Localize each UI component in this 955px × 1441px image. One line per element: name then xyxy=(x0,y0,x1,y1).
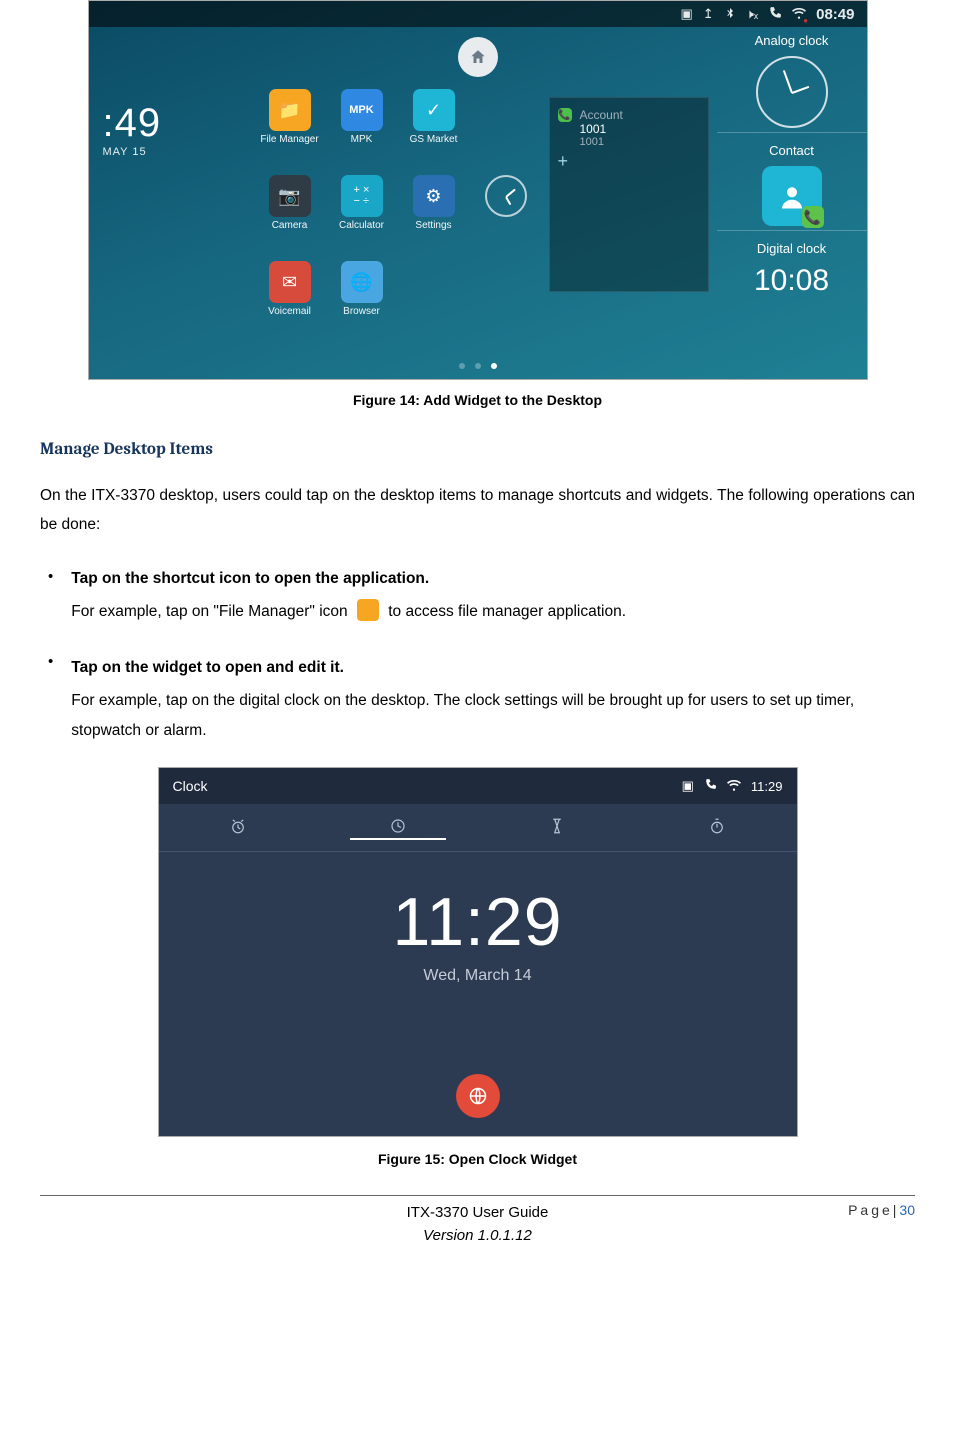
digital-clock-time: 10:08 xyxy=(727,264,857,298)
section-heading: Manage Desktop Items xyxy=(40,440,915,459)
image-icon: ▣ xyxy=(682,778,694,794)
status-bar: ▣ ↥ 🕨ₓ 08:49 xyxy=(89,1,867,27)
account-widget[interactable]: 📞 Account 1001 1001 + xyxy=(549,97,709,292)
page-footer: Page|30 ITX-3370 User Guide Version 1.0.… xyxy=(40,1202,915,1247)
app-settings[interactable]: ⚙ Settings xyxy=(403,175,465,257)
market-icon: ✓ xyxy=(413,89,455,131)
wifi-error-icon xyxy=(792,6,806,23)
app-mpk[interactable]: MPK MPK xyxy=(331,89,393,171)
camera-icon: 📷 xyxy=(269,175,311,217)
widget-title: Digital clock xyxy=(727,241,857,256)
handset-icon xyxy=(704,778,717,794)
app-gs-market[interactable]: ✓ GS Market xyxy=(403,89,465,171)
app-label: GS Market xyxy=(410,134,458,145)
left-clock-widget: :49 MAY 15 xyxy=(103,101,162,158)
tab-alarm[interactable] xyxy=(159,817,319,839)
bluetooth-icon xyxy=(724,7,736,22)
calculator-icon: + ×− ÷ xyxy=(341,175,383,217)
bullet2-title-real: Tap on the widget to open and edit it. xyxy=(71,653,915,682)
figure-add-widget: ▣ ↥ 🕨ₓ 08:49 :49 MAY 15 📁 File xyxy=(88,0,868,380)
figure-clock-widget: Clock ▣ 11:29 xyxy=(158,767,798,1137)
bullet1-title: Tap on the shortcut icon to open the app… xyxy=(71,564,915,593)
upload-icon: ↥ xyxy=(703,6,714,22)
bullet1-text-post: to access file manager application. xyxy=(388,603,626,620)
app-file-manager[interactable]: 📁 File Manager xyxy=(259,89,321,171)
file-manager-inline-icon xyxy=(357,599,379,621)
app-calculator[interactable]: + ×− ÷ Calculator xyxy=(331,175,393,257)
clock-title: Clock xyxy=(173,778,208,794)
clock-time: 11:29 xyxy=(392,883,562,961)
bullet-icon: • xyxy=(40,564,53,590)
account-number: 1001 xyxy=(580,122,623,136)
widget-contact[interactable]: Contact 📞 xyxy=(717,132,867,230)
handset-icon xyxy=(768,6,782,23)
tab-stopwatch[interactable] xyxy=(637,817,797,839)
app-label: Settings xyxy=(415,220,451,231)
tab-timer[interactable] xyxy=(478,817,638,839)
gear-icon: ⚙ xyxy=(413,175,455,217)
app-browser[interactable]: 🌐 Browser xyxy=(331,261,393,343)
app-voicemail[interactable]: ✉ Voicemail xyxy=(259,261,321,343)
account-header: Account xyxy=(580,108,623,122)
widget-digital-clock[interactable]: Digital clock 10:08 xyxy=(717,230,867,302)
page-indicator xyxy=(459,363,497,369)
app-label: Camera xyxy=(272,220,308,231)
analog-clock-icon xyxy=(756,56,828,128)
folder-icon: 📁 xyxy=(269,89,311,131)
app-label: File Manager xyxy=(260,134,318,145)
status-time: 11:29 xyxy=(751,779,783,794)
footer-version: Version 1.0.1.12 xyxy=(40,1225,915,1248)
app-label: Calculator xyxy=(339,220,384,231)
app-grid: 📁 File Manager MPK MPK ✓ GS Market 📷 Cam… xyxy=(259,89,579,343)
bullet1-text-pre: For example, tap on "File Manager" icon xyxy=(71,603,352,620)
app-blank xyxy=(475,89,537,171)
image-icon: ▣ xyxy=(680,6,692,22)
widget-analog-clock[interactable]: Analog clock xyxy=(717,27,867,132)
bullet2-body: For example, tap on the digital clock on… xyxy=(71,692,854,738)
app-label: Voicemail xyxy=(268,306,311,317)
footer-rule xyxy=(40,1195,915,1196)
clock-date: Wed, March 14 xyxy=(392,967,562,985)
figure1-caption: Figure 14: Add Widget to the Desktop xyxy=(40,392,915,408)
clock-display: 11:29 Wed, March 14 xyxy=(392,883,562,985)
account-sub: 1001 xyxy=(580,136,623,148)
globe-icon: 🌐 xyxy=(341,261,383,303)
left-clock-date: MAY 15 xyxy=(103,146,162,158)
mute-icon: 🕨ₓ xyxy=(746,6,758,22)
app-label: Browser xyxy=(343,306,380,317)
clock-tabs xyxy=(159,804,797,852)
voicemail-icon: ✉ xyxy=(269,261,311,303)
left-clock-time: :49 xyxy=(103,101,162,146)
analog-clock-icon xyxy=(485,175,527,217)
widget-title: Contact xyxy=(727,143,857,158)
app-clock-widget[interactable] xyxy=(475,175,537,257)
app-camera[interactable]: 📷 Camera xyxy=(259,175,321,257)
intro-paragraph: On the ITX-3370 desktop, users could tap… xyxy=(40,481,915,540)
add-account-button[interactable]: + xyxy=(550,148,708,172)
status-time: 08:49 xyxy=(816,6,854,23)
widget-panel: Analog clock Contact 📞 Digital clock 10:… xyxy=(717,27,867,379)
footer-guide: ITX-3370 User Guide xyxy=(40,1202,915,1225)
contact-icon: 📞 xyxy=(762,166,822,226)
wifi-icon xyxy=(727,778,741,795)
home-button[interactable] xyxy=(458,37,498,77)
page-number: Page|30 xyxy=(848,1200,915,1221)
app-label: MPK xyxy=(351,134,373,145)
world-clock-button[interactable] xyxy=(456,1074,500,1118)
mpk-icon: MPK xyxy=(341,89,383,131)
tab-clock[interactable] xyxy=(318,817,478,839)
widget-title: Analog clock xyxy=(727,33,857,48)
presence-icon: 📞 xyxy=(558,108,572,122)
figure2-caption: Figure 15: Open Clock Widget xyxy=(40,1151,915,1167)
phone-badge-icon: 📞 xyxy=(802,206,824,228)
clock-titlebar: Clock ▣ 11:29 xyxy=(159,768,797,804)
bullet-icon: • xyxy=(40,649,53,675)
